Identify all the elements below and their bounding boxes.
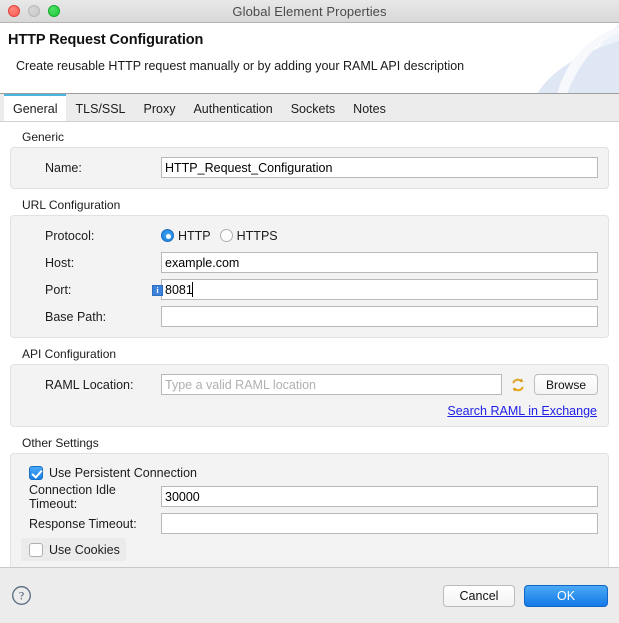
- protocol-label: Protocol:: [45, 228, 95, 243]
- port-label: Port:: [45, 282, 72, 297]
- tab-tls-ssl[interactable]: TLS/SSL: [66, 94, 134, 121]
- name-input[interactable]: [161, 157, 598, 178]
- window-controls: [8, 0, 60, 22]
- close-window-button[interactable]: [8, 5, 20, 17]
- host-field-wrap: [161, 252, 598, 273]
- raml-location-label: RAML Location:: [45, 377, 134, 392]
- section-label-generic: Generic: [22, 130, 65, 144]
- response-timeout-label: Response Timeout:: [29, 516, 137, 531]
- ok-button[interactable]: OK: [524, 584, 608, 607]
- page-title: HTTP Request Configuration: [8, 32, 204, 48]
- section-label-other-settings: Other Settings: [22, 436, 99, 450]
- radio-dot-icon: [219, 229, 233, 242]
- use-cookies-row[interactable]: Use Cookies: [21, 538, 126, 561]
- page-subtitle: Create reusable HTTP request manually or…: [16, 59, 465, 73]
- text-caret: [192, 282, 193, 297]
- window-title: Global Element Properties: [232, 3, 387, 19]
- info-icon[interactable]: i: [152, 285, 163, 296]
- title-bar: Global Element Properties: [0, 0, 619, 23]
- host-label: Host:: [45, 255, 75, 270]
- url-configuration-group: Protocol: HTTP HTTPS Host: example.com P…: [10, 215, 609, 338]
- radio-protocol-http[interactable]: HTTP: [161, 229, 211, 243]
- connection-idle-timeout-row: Connection Idle Timeout:: [21, 482, 598, 511]
- connection-idle-timeout-label: Connection Idle Timeout:: [29, 482, 116, 511]
- use-cookies-label: Use Cookies: [49, 542, 120, 557]
- minimize-window-button[interactable]: [28, 5, 40, 17]
- cancel-button[interactable]: Cancel: [443, 584, 515, 607]
- tab-sockets[interactable]: Sockets: [282, 94, 344, 121]
- tab-notes[interactable]: Notes: [344, 94, 395, 121]
- browse-button[interactable]: Browse: [533, 374, 598, 395]
- base-path-label: Base Path:: [45, 309, 107, 324]
- radio-label-http: HTTP: [178, 228, 211, 243]
- general-tab-panel: Generic Name: URL Configuration Protocol…: [0, 122, 619, 567]
- port-row: Port: i: [21, 277, 598, 302]
- base-path-field-wrap: [161, 306, 598, 327]
- connection-idle-timeout-field-wrap: [161, 486, 598, 507]
- response-timeout-input[interactable]: [161, 513, 598, 534]
- base-path-row: Base Path:: [21, 304, 598, 329]
- response-timeout-field-wrap: [161, 513, 598, 534]
- radio-dot-icon: [161, 229, 174, 242]
- name-row: Name:: [21, 155, 598, 180]
- maximize-window-button[interactable]: [48, 5, 60, 17]
- base-path-input[interactable]: [161, 306, 598, 327]
- help-question-icon[interactable]: ?: [11, 585, 32, 606]
- raml-location-row: RAML Location: Browse: [21, 372, 598, 397]
- svg-text:?: ?: [19, 589, 24, 603]
- api-configuration-group: RAML Location: Browse Search RAML in Exc…: [10, 364, 609, 427]
- sync-arrows-icon[interactable]: [509, 376, 527, 394]
- host-input[interactable]: [161, 252, 598, 273]
- section-label-api-configuration: API Configuration: [22, 347, 117, 361]
- raml-location-field-wrap: Browse: [161, 374, 598, 395]
- name-field-wrap: [161, 157, 598, 178]
- section-label-url-configuration: URL Configuration: [22, 198, 121, 212]
- other-settings-group: Use Persistent Connection Connection Idl…: [10, 453, 609, 567]
- response-timeout-row: Response Timeout:: [21, 511, 598, 536]
- host-row: Host:: [21, 250, 598, 275]
- search-raml-in-exchange-link[interactable]: Search RAML in Exchange: [447, 404, 597, 418]
- global-element-properties-dialog: Global Element Properties HTTP Request C…: [0, 0, 619, 623]
- raml-location-input[interactable]: [161, 374, 502, 395]
- dialog-footer: ? Cancel OK: [0, 567, 619, 623]
- generic-group: Name:: [10, 147, 609, 189]
- checkbox-icon-persistent-connection[interactable]: [29, 465, 43, 480]
- radio-label-https: HTTPS: [236, 228, 278, 243]
- tab-bar: General TLS/SSL Proxy Authentication Soc…: [0, 94, 619, 122]
- name-label: Name:: [45, 160, 82, 175]
- tab-authentication[interactable]: Authentication: [184, 94, 281, 121]
- exchange-link-row: Search RAML in Exchange: [21, 399, 598, 418]
- protocol-row: Protocol: HTTP HTTPS: [21, 223, 598, 248]
- checkbox-icon-use-cookies[interactable]: [29, 542, 43, 557]
- dialog-banner: HTTP Request Configuration Create reusab…: [0, 23, 619, 94]
- use-persistent-connection-label: Use Persistent Connection: [49, 465, 197, 480]
- tab-proxy[interactable]: Proxy: [135, 94, 185, 121]
- protocol-radio-group: HTTP HTTPS: [161, 229, 598, 243]
- use-persistent-connection-row[interactable]: Use Persistent Connection: [21, 461, 598, 484]
- port-input[interactable]: [161, 279, 598, 300]
- tab-general[interactable]: General: [4, 94, 67, 121]
- port-field-wrap: i: [152, 279, 598, 300]
- radio-protocol-https[interactable]: HTTPS: [219, 228, 278, 243]
- connection-idle-timeout-input[interactable]: [161, 486, 598, 507]
